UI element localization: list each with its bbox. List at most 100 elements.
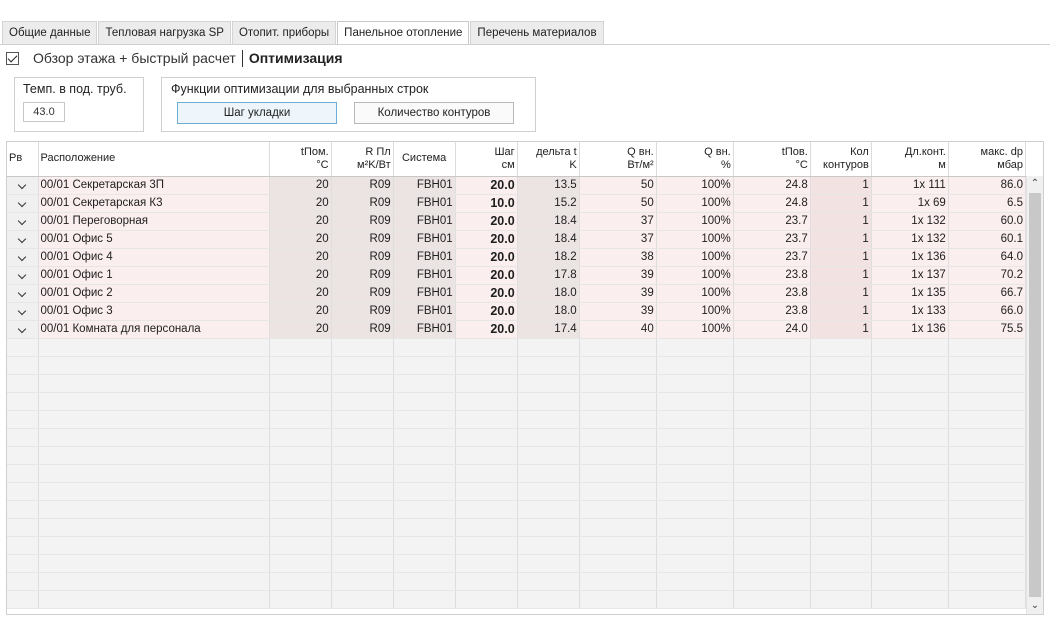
cell-dt[interactable]: 13.5 bbox=[517, 176, 580, 195]
cell-sys[interactable]: FBH01 bbox=[393, 266, 456, 285]
cell-step[interactable]: 20.0 bbox=[455, 212, 518, 231]
cell-tp[interactable]: 24.0 bbox=[733, 320, 811, 339]
cell-dp[interactable]: 60.0 bbox=[948, 212, 1027, 231]
cell-loc[interactable]: 00/01 Переговорная bbox=[38, 212, 270, 231]
cell-n[interactable]: 1 bbox=[810, 212, 872, 231]
table-row[interactable]: 00/01 Комната для персонала 20 R09 FBH01 20.… bbox=[7, 320, 1027, 339]
cell-loc[interactable]: 00/01 Офис 1 bbox=[38, 266, 270, 285]
cell-q[interactable]: 38 bbox=[579, 248, 657, 267]
cell-len[interactable]: 1x 132 bbox=[871, 212, 949, 231]
cell-tp[interactable]: 23.7 bbox=[733, 248, 811, 267]
cell-step[interactable]: 20.0 bbox=[455, 302, 518, 321]
tab-general[interactable]: Общие данные bbox=[2, 21, 98, 44]
cell-n[interactable]: 1 bbox=[810, 248, 872, 267]
cell-r[interactable]: R09 bbox=[331, 212, 394, 231]
cell-q[interactable]: 50 bbox=[579, 176, 657, 195]
column-header[interactable]: дельта tK bbox=[517, 142, 580, 177]
cell-dp[interactable]: 66.7 bbox=[948, 284, 1027, 303]
cell-step[interactable]: 20.0 bbox=[455, 320, 518, 339]
table-row[interactable]: 00/01 Офис 4 20 R09 FBH01 20.0 18.2 38 100% 23.7… bbox=[7, 248, 1027, 267]
cell-qp[interactable]: 100% bbox=[656, 176, 734, 195]
cell-step[interactable]: 20.0 bbox=[455, 230, 518, 249]
cell-len[interactable]: 1x 137 bbox=[871, 266, 949, 285]
column-header[interactable]: Дл.конт. м bbox=[871, 142, 949, 177]
cell-step[interactable]: 20.0 bbox=[455, 176, 518, 195]
cell-loc[interactable]: 00/01 Комната для персонала bbox=[38, 320, 270, 339]
cell-r[interactable]: R09 bbox=[331, 266, 394, 285]
cell-q[interactable]: 39 bbox=[579, 302, 657, 321]
cell-loc[interactable]: 00/01 Секретарская 3П bbox=[38, 176, 270, 195]
cell-r[interactable]: R09 bbox=[331, 248, 394, 267]
column-header[interactable]: макс. dp мбар bbox=[948, 142, 1027, 177]
cell-dt[interactable]: 15.2 bbox=[517, 194, 580, 213]
cell-t[interactable]: 20 bbox=[269, 266, 332, 285]
cell-q[interactable]: 50 bbox=[579, 194, 657, 213]
cell-sys[interactable]: FBH01 bbox=[393, 194, 456, 213]
cell-t[interactable]: 20 bbox=[269, 302, 332, 321]
chevron-down-icon[interactable] bbox=[18, 216, 27, 225]
chevron-down-icon[interactable]: ⌄ bbox=[1027, 598, 1043, 614]
cell-len[interactable]: 1x 136 bbox=[871, 320, 949, 339]
table-row[interactable]: 00/01 Секретарская 3П 20 R09 FBH01 20.0 13.5 5… bbox=[7, 176, 1027, 195]
cell-t[interactable]: 20 bbox=[269, 248, 332, 267]
optimization-label[interactable]: Оптимизация bbox=[249, 50, 343, 66]
row-expand-cell[interactable] bbox=[7, 176, 39, 195]
scroll-thumb[interactable] bbox=[1029, 193, 1041, 597]
cell-tp[interactable]: 23.8 bbox=[733, 284, 811, 303]
chevron-down-icon[interactable] bbox=[18, 270, 27, 279]
row-expand-cell[interactable] bbox=[7, 230, 39, 249]
cell-len[interactable]: 1x 111 bbox=[871, 176, 949, 195]
cell-t[interactable]: 20 bbox=[269, 194, 332, 213]
cell-qp[interactable]: 100% bbox=[656, 284, 734, 303]
column-header[interactable]: Расположение bbox=[38, 142, 270, 177]
cell-t[interactable]: 20 bbox=[269, 284, 332, 303]
cell-n[interactable]: 1 bbox=[810, 320, 872, 339]
cell-r[interactable]: R09 bbox=[331, 320, 394, 339]
cell-sys[interactable]: FBH01 bbox=[393, 302, 456, 321]
chevron-down-icon[interactable] bbox=[18, 324, 27, 333]
cell-tp[interactable]: 23.7 bbox=[733, 230, 811, 249]
cell-loc[interactable]: 00/01 Секретарская К3 bbox=[38, 194, 270, 213]
supply-temp-input[interactable]: 43.0 bbox=[23, 102, 65, 122]
column-header[interactable]: Q вн. Вт/м² bbox=[579, 142, 657, 177]
column-header[interactable]: Кол контуров bbox=[810, 142, 872, 177]
cell-dp[interactable]: 70.2 bbox=[948, 266, 1027, 285]
cell-r[interactable]: R09 bbox=[331, 302, 394, 321]
cell-step[interactable]: 20.0 bbox=[455, 248, 518, 267]
cell-len[interactable]: 1x 133 bbox=[871, 302, 949, 321]
cell-dp[interactable]: 60.1 bbox=[948, 230, 1027, 249]
cell-qp[interactable]: 100% bbox=[656, 302, 734, 321]
table-row[interactable]: 00/01 Офис 5 20 R09 FBH01 20.0 18.4 37 100% 23.7… bbox=[7, 230, 1027, 249]
row-expand-cell[interactable] bbox=[7, 194, 39, 213]
table-row[interactable]: 00/01 Офис 1 20 R09 FBH01 20.0 17.8 39 100% 23.8… bbox=[7, 266, 1027, 285]
cell-n[interactable]: 1 bbox=[810, 302, 872, 321]
row-expand-cell[interactable] bbox=[7, 266, 39, 285]
cell-qp[interactable]: 100% bbox=[656, 320, 734, 339]
cell-qp[interactable]: 100% bbox=[656, 248, 734, 267]
cell-r[interactable]: R09 bbox=[331, 230, 394, 249]
contour-count-button[interactable]: Количество контуров bbox=[354, 102, 514, 124]
cell-dt[interactable]: 17.8 bbox=[517, 266, 580, 285]
cell-qp[interactable]: 100% bbox=[656, 266, 734, 285]
chevron-down-icon[interactable] bbox=[18, 198, 27, 207]
cell-step[interactable]: 20.0 bbox=[455, 266, 518, 285]
cell-sys[interactable]: FBH01 bbox=[393, 212, 456, 231]
cell-step[interactable]: 10.0 bbox=[455, 194, 518, 213]
overview-checkbox[interactable] bbox=[6, 51, 19, 65]
row-expand-cell[interactable] bbox=[7, 302, 39, 321]
cell-loc[interactable]: 00/01 Офис 4 bbox=[38, 248, 270, 267]
column-header[interactable]: tПом. °C bbox=[269, 142, 332, 177]
cell-n[interactable]: 1 bbox=[810, 284, 872, 303]
cell-dt[interactable]: 18.0 bbox=[517, 302, 580, 321]
cell-tp[interactable]: 24.8 bbox=[733, 194, 811, 213]
vertical-scrollbar[interactable]: ⌃ ⌄ bbox=[1026, 176, 1043, 614]
cell-loc[interactable]: 00/01 Офис 5 bbox=[38, 230, 270, 249]
chevron-down-icon[interactable] bbox=[18, 288, 27, 297]
cell-len[interactable]: 1x 136 bbox=[871, 248, 949, 267]
column-header[interactable]: tПов. °C bbox=[733, 142, 811, 177]
tab-heaters[interactable]: Отопит. приборы bbox=[231, 21, 337, 44]
cell-loc[interactable]: 00/01 Офис 3 bbox=[38, 302, 270, 321]
chevron-down-icon[interactable] bbox=[18, 180, 27, 189]
cell-r[interactable]: R09 bbox=[331, 176, 394, 195]
cell-qp[interactable]: 100% bbox=[656, 230, 734, 249]
